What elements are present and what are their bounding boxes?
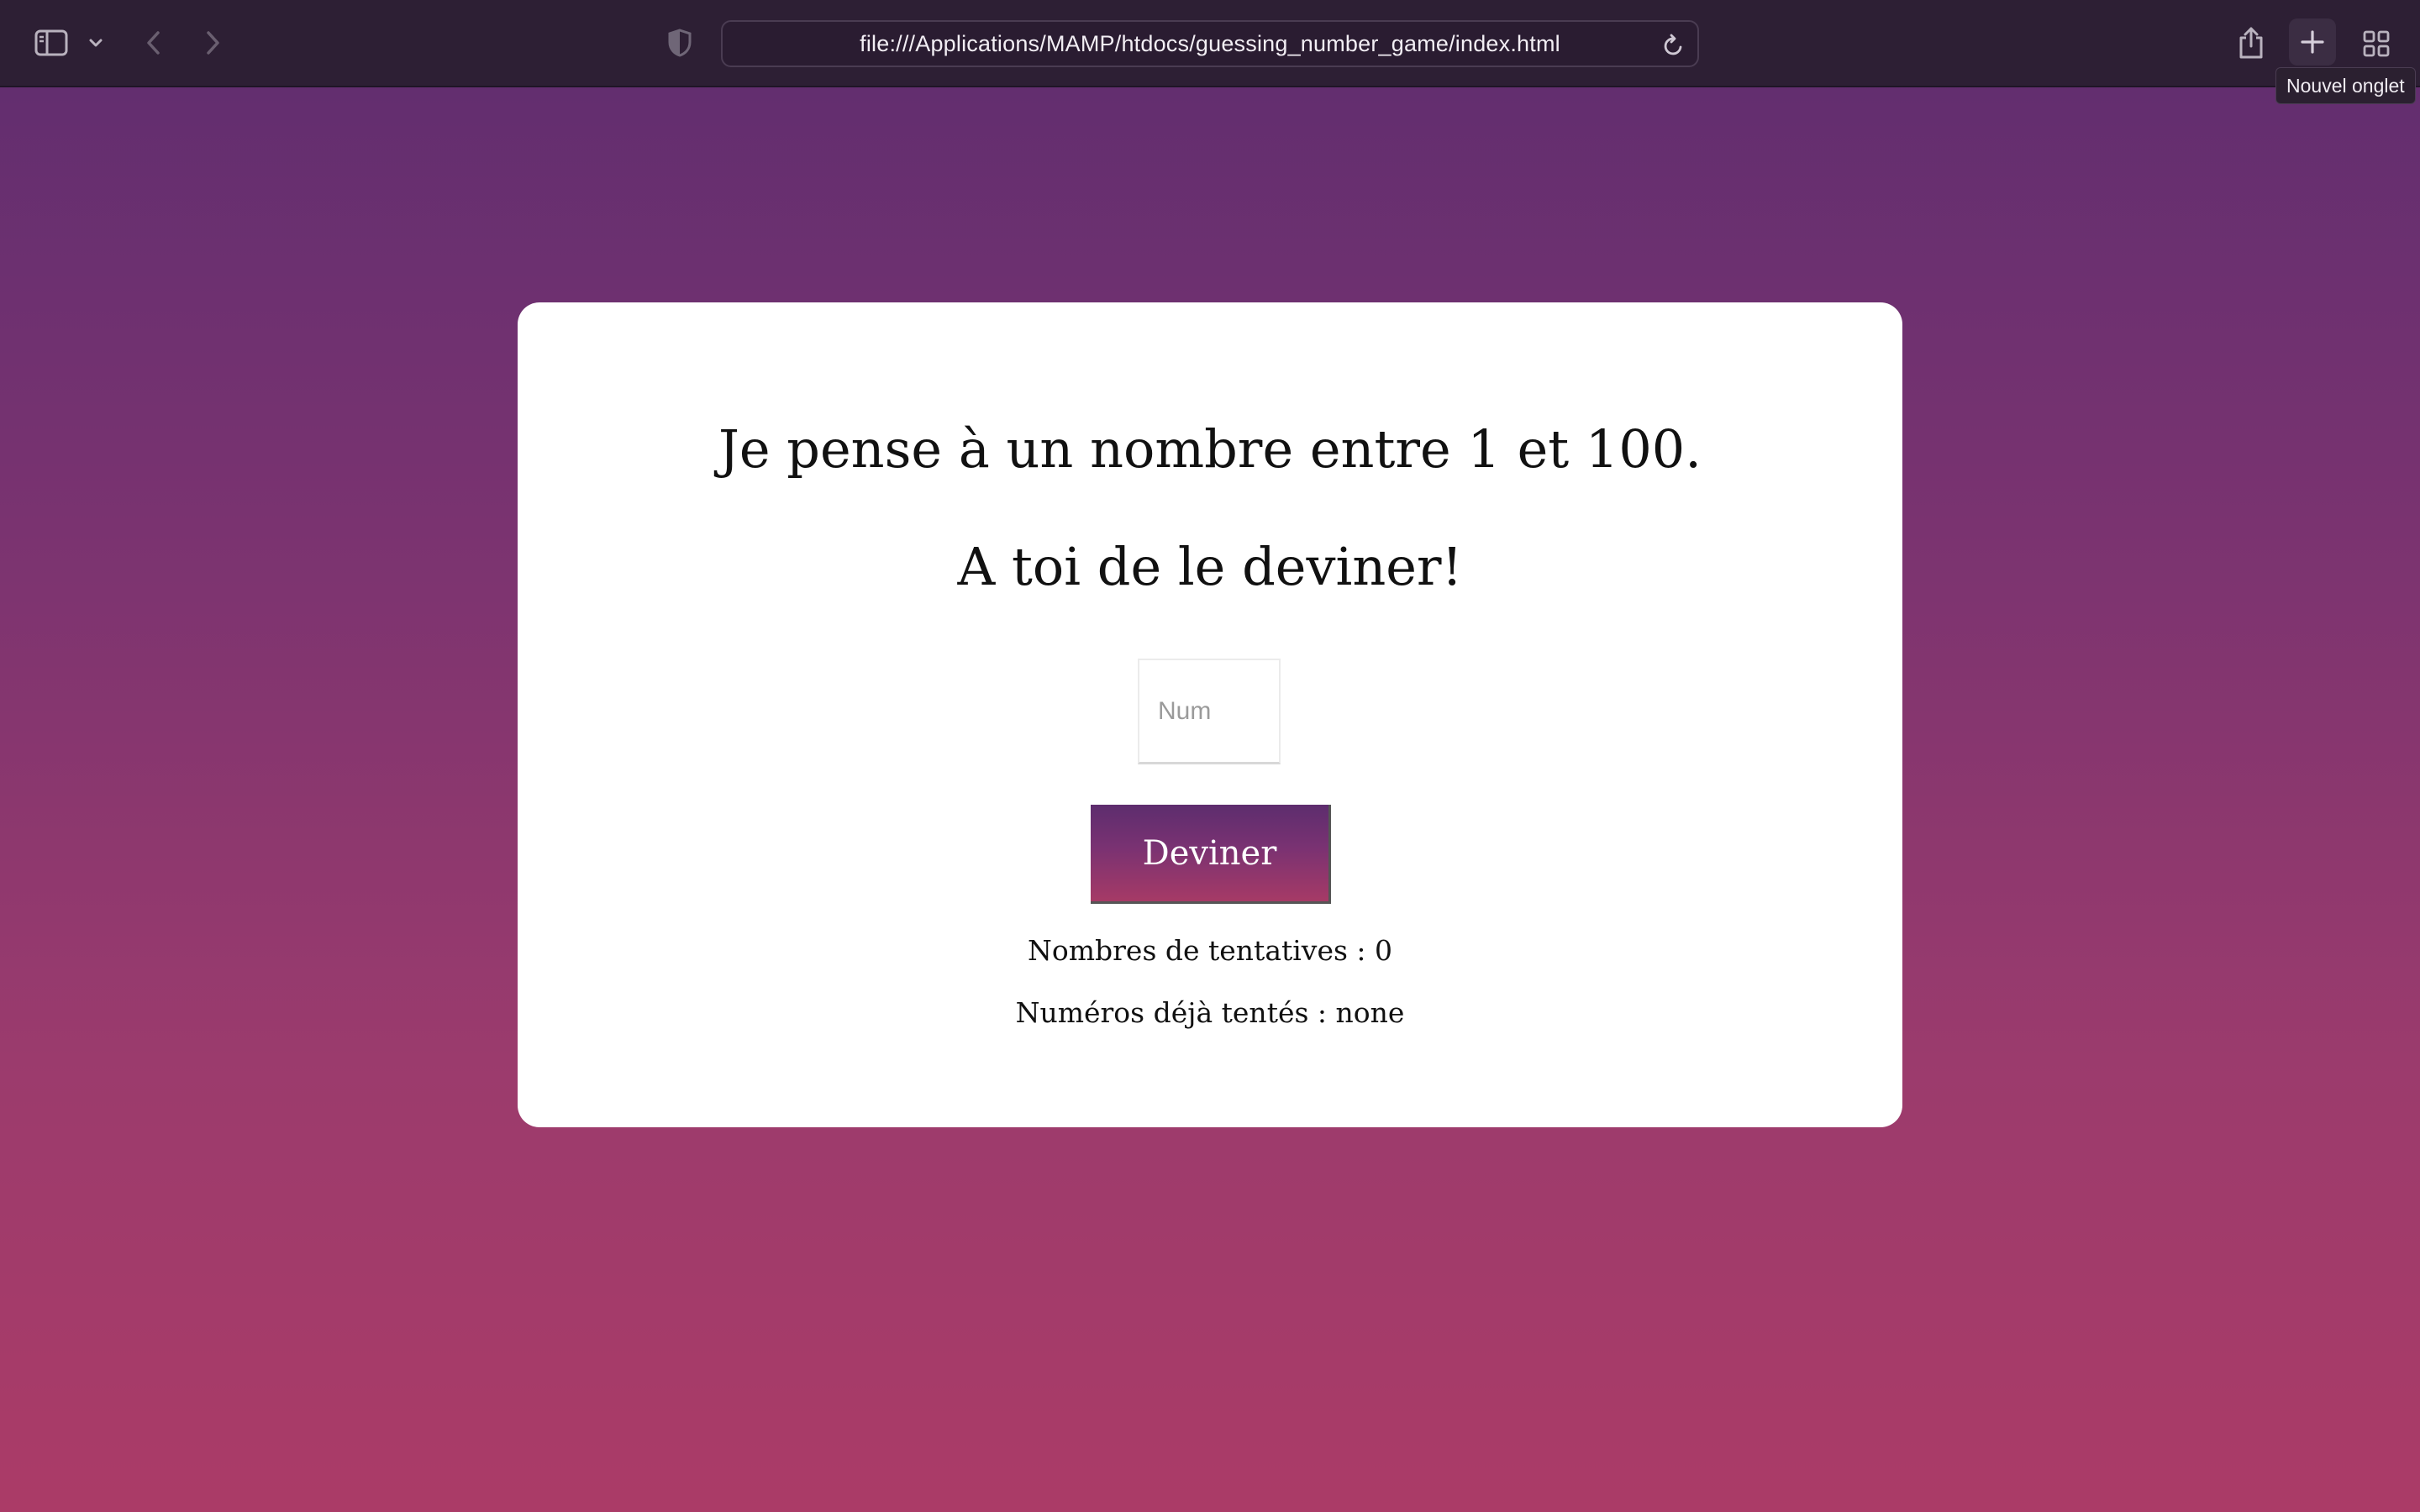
chevron-right-icon[interactable] xyxy=(198,25,229,60)
share-icon[interactable] xyxy=(2233,22,2269,64)
plus-icon[interactable] xyxy=(2289,18,2336,66)
game-heading-line1: Je pense à un nombre entre 1 et 100. xyxy=(718,418,1702,480)
game-card: Je pense à un nombre entre 1 et 100. A t… xyxy=(518,302,1902,1127)
game-heading-line2: A toi de le deviner! xyxy=(957,536,1463,597)
guess-number-input[interactable] xyxy=(1138,659,1281,764)
url-text: file:///Applications/MAMP/htdocs/guessin… xyxy=(860,30,1560,56)
address-bar[interactable]: file:///Applications/MAMP/htdocs/guessin… xyxy=(721,20,1699,67)
attempts-count-text: Nombres de tentatives : 0 xyxy=(1027,934,1393,967)
browser-toolbar: file:///Applications/MAMP/htdocs/guessin… xyxy=(0,0,2420,87)
guess-button[interactable]: Deviner xyxy=(1091,805,1331,904)
shield-icon[interactable] xyxy=(664,25,696,60)
new-tab-tooltip: Nouvel onglet xyxy=(2275,67,2416,104)
chevron-left-icon[interactable] xyxy=(138,25,168,60)
grid-icon[interactable] xyxy=(2358,25,2395,62)
tried-numbers-text: Numéros déjà tentés : none xyxy=(1015,996,1405,1029)
reload-icon[interactable] xyxy=(1659,29,1689,62)
chevron-down-icon[interactable] xyxy=(84,30,108,55)
sidebar-icon[interactable] xyxy=(30,25,72,60)
